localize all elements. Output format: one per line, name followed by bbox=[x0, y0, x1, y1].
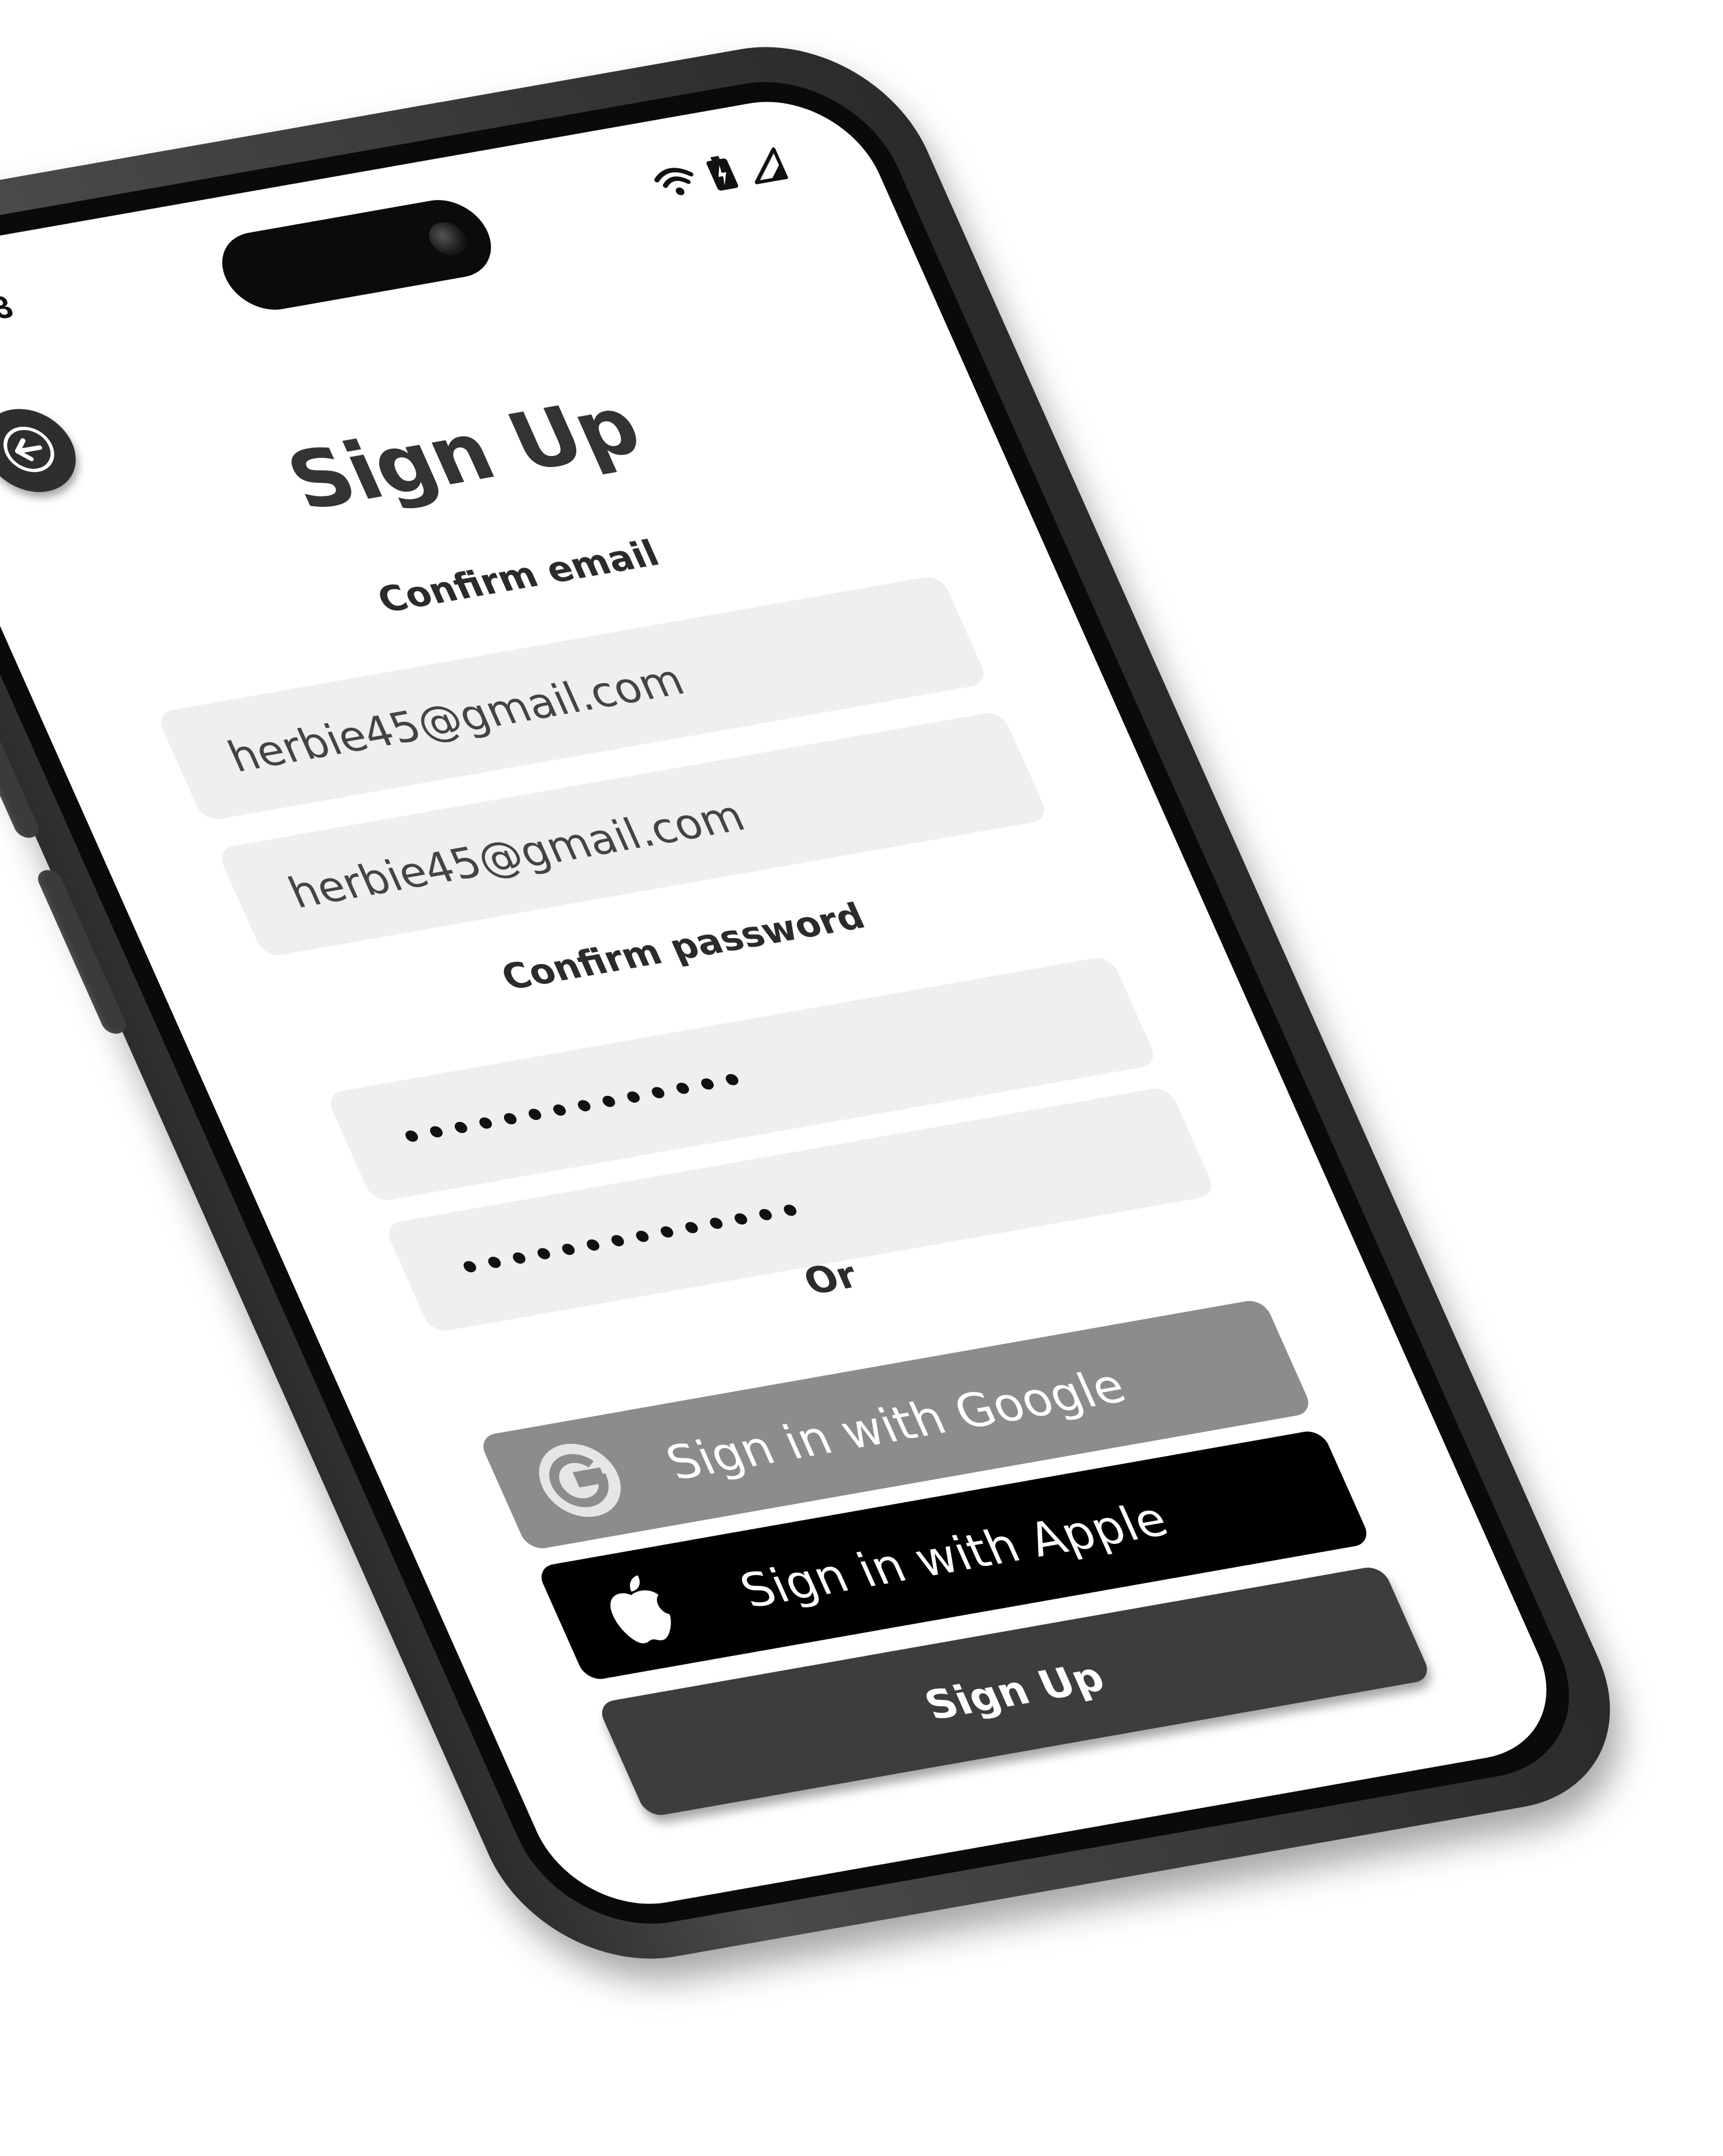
apple-signin-label: Sign in with Apple bbox=[732, 1492, 1176, 1618]
front-camera bbox=[423, 219, 472, 258]
wifi-icon bbox=[649, 163, 702, 201]
battery-icon bbox=[703, 154, 740, 192]
page-title: Sign Up bbox=[273, 379, 654, 529]
dynamic-island bbox=[209, 194, 505, 316]
mockup-stage: 11:23 Sign Up Confirm email herbie45@gma… bbox=[0, 0, 1723, 2156]
google-icon bbox=[519, 1432, 641, 1528]
signal-icon bbox=[741, 146, 790, 185]
google-signin-label: Sign in with Google bbox=[658, 1358, 1134, 1491]
apple-icon bbox=[577, 1562, 699, 1659]
phone-device: 11:23 Sign Up Confirm email herbie45@gma… bbox=[0, 26, 1655, 1980]
phone-screen: 11:23 Sign Up Confirm email herbie45@gma… bbox=[0, 87, 1577, 1918]
status-time: 11:23 bbox=[0, 288, 19, 337]
arrow-left-icon bbox=[0, 420, 66, 481]
signup-button-label: Sign Up bbox=[917, 1653, 1111, 1729]
status-icons bbox=[649, 146, 790, 202]
